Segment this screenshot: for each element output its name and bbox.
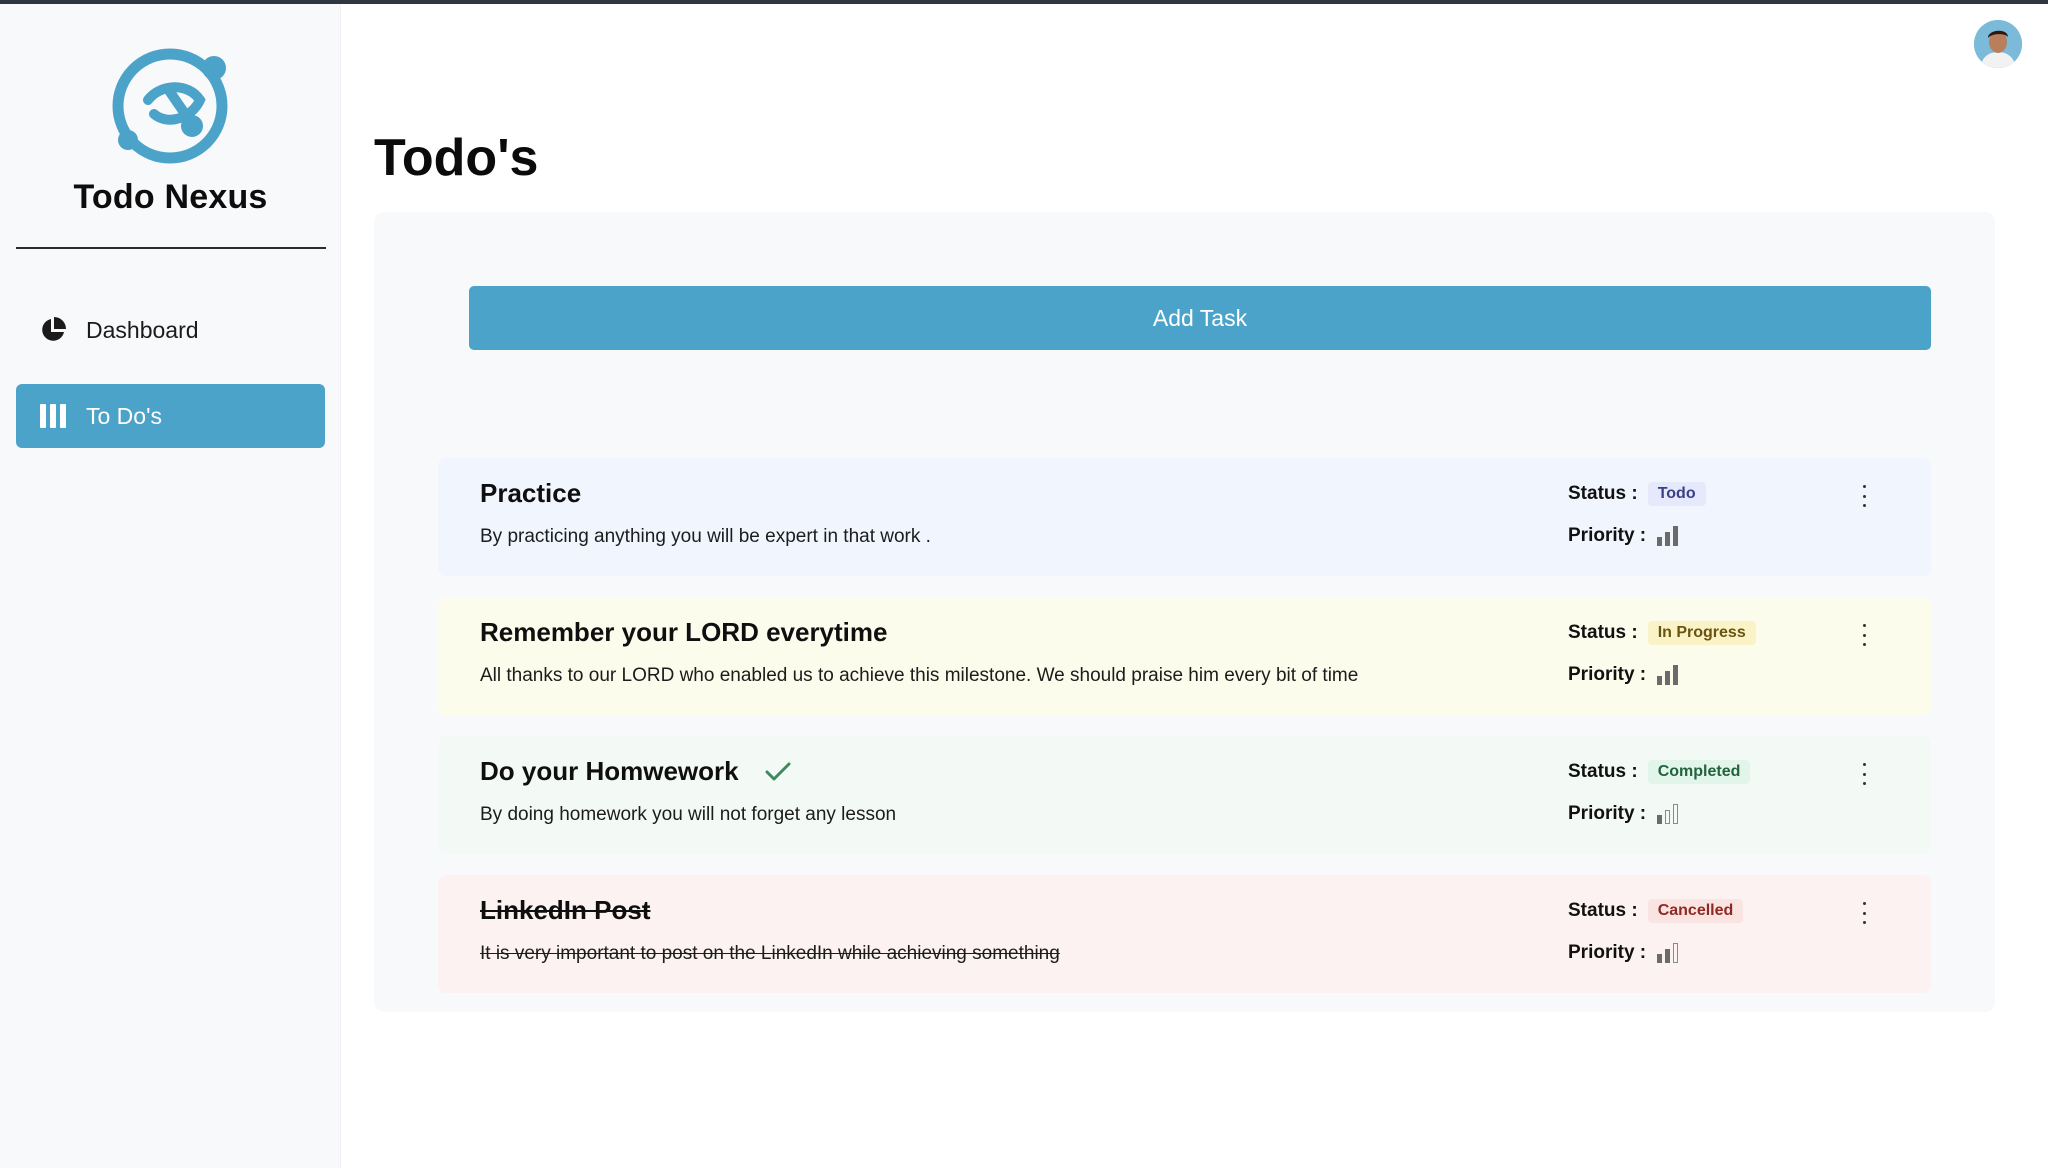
task-title-text: Do your Homwework (480, 756, 739, 786)
task-title-text: Practice (480, 478, 582, 508)
user-avatar[interactable] (1974, 20, 2022, 68)
todo-nexus-logo-icon (112, 48, 228, 164)
pie-chart-icon (38, 315, 68, 345)
priority-label: Priority : (1568, 803, 1647, 824)
task-priority: Priority : (1568, 803, 1680, 825)
priority-label: Priority : (1568, 664, 1647, 685)
sidebar: Todo Nexus Dashboard To Do's (0, 4, 341, 1168)
task-card-completed: Do your Homwework By doing homework you … (438, 736, 1931, 854)
priority-high-icon (1657, 665, 1679, 685)
task-description: It is very important to post on the Link… (480, 943, 1060, 964)
task-title-text: LinkedIn Post (480, 895, 651, 925)
status-badge: Todo (1647, 482, 1706, 506)
status-label: Status : (1568, 483, 1638, 504)
task-menu-button[interactable] (1854, 760, 1874, 788)
sidebar-item-dashboard[interactable]: Dashboard (16, 298, 325, 362)
priority-label: Priority : (1568, 525, 1647, 546)
task-priority: Priority : (1568, 942, 1680, 964)
columns-icon (38, 401, 68, 431)
task-card-in-progress: Remember your LORD everytime All thanks … (438, 597, 1931, 715)
task-card-todo: Practice By practicing anything you will… (438, 458, 1931, 576)
task-title: LinkedIn Post (480, 895, 650, 926)
priority-high-icon (1657, 526, 1679, 546)
priority-medium-icon (1657, 943, 1679, 963)
check-icon (765, 762, 791, 780)
task-status: Status : In Progress (1568, 621, 1756, 645)
task-menu-button[interactable] (1854, 899, 1874, 927)
status-label: Status : (1568, 900, 1638, 921)
task-description: By doing homework you will not forget an… (480, 804, 897, 825)
task-title-text: Remember your LORD everytime (480, 617, 888, 647)
sidebar-item-label: To Do's (86, 402, 162, 429)
task-menu-button[interactable] (1854, 482, 1874, 510)
page-title: Todo's (374, 129, 539, 187)
task-status: Status : Completed (1568, 760, 1751, 784)
status-label: Status : (1568, 761, 1638, 782)
sidebar-divider (16, 247, 326, 249)
status-badge: In Progress (1647, 621, 1756, 645)
add-task-button[interactable]: Add Task (469, 286, 1931, 350)
task-title: Practice (480, 478, 581, 509)
task-card-cancelled: LinkedIn Post It is very important to po… (438, 875, 1931, 993)
task-description: By practicing anything you will be exper… (480, 526, 931, 547)
sidebar-item-label: Dashboard (86, 316, 199, 343)
avatar-image (1974, 20, 2022, 68)
task-priority: Priority : (1568, 664, 1680, 686)
task-description: All thanks to our LORD who enabled us to… (480, 665, 1359, 686)
priority-low-icon (1657, 804, 1679, 824)
task-status: Status : Cancelled (1568, 899, 1744, 923)
status-label: Status : (1568, 622, 1638, 643)
brand-name: Todo Nexus (73, 178, 268, 216)
task-title: Remember your LORD everytime (480, 617, 887, 648)
status-badge: Cancelled (1647, 899, 1744, 923)
task-menu-button[interactable] (1854, 621, 1874, 649)
task-status: Status : Todo (1568, 482, 1706, 506)
sidebar-item-todos[interactable]: To Do's (16, 384, 325, 448)
task-title: Do your Homwework (480, 756, 791, 787)
priority-label: Priority : (1568, 942, 1647, 963)
task-priority: Priority : (1568, 525, 1680, 547)
status-badge: Completed (1647, 760, 1751, 784)
